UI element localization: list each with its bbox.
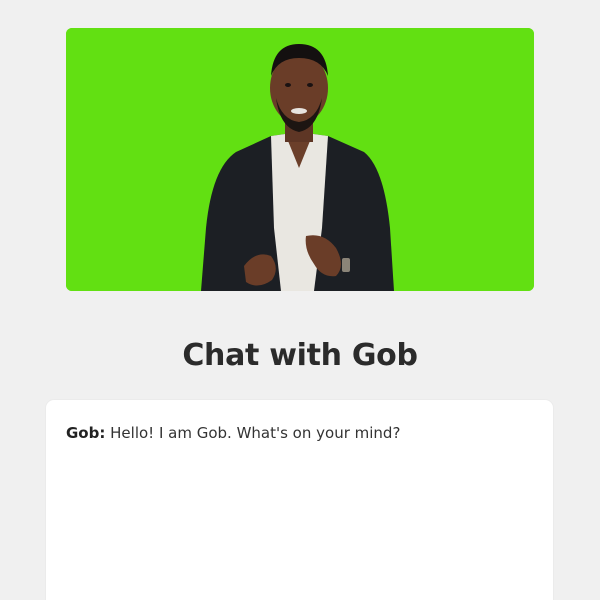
avatar-video xyxy=(66,28,534,291)
chat-page: Chat with Gob Gob: Hello! I am Gob. What… xyxy=(0,0,600,600)
chat-log: Gob: Hello! I am Gob. What's on your min… xyxy=(46,400,553,600)
message-sender: Gob: xyxy=(66,424,106,442)
presenter-figure xyxy=(66,28,534,291)
page-title: Chat with Gob xyxy=(182,338,418,373)
message-text: Hello! I am Gob. What's on your mind? xyxy=(110,424,401,442)
chat-message: Gob: Hello! I am Gob. What's on your min… xyxy=(66,424,400,442)
